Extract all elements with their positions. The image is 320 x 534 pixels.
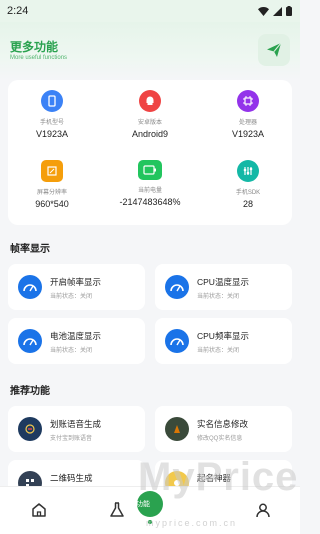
info-label: 手机SDK bbox=[235, 190, 261, 196]
info-label: 手机型号 bbox=[39, 120, 64, 126]
info-value: -2147483648% bbox=[119, 197, 181, 207]
page-subtitle: More useful functions bbox=[10, 55, 68, 61]
section-title-recommend: 推荐功能 bbox=[10, 386, 50, 397]
tile-cpu-temp[interactable]: CPU温度显示 当前状态：关闭 bbox=[155, 264, 292, 310]
info-label: 屏幕分辨率 bbox=[36, 190, 67, 196]
status-time: 2:24 bbox=[7, 5, 29, 17]
status-bar: 2:24 bbox=[0, 0, 300, 22]
battery-status-icon bbox=[286, 6, 292, 16]
tab-profile[interactable] bbox=[250, 497, 276, 523]
android-icon bbox=[139, 90, 161, 112]
tile-subtitle: 当前状态：关闭 bbox=[197, 348, 240, 354]
dashboard-icon bbox=[18, 329, 42, 353]
tile-voice-gen[interactable]: 划账语音生成 支付宝到账语音 bbox=[8, 406, 145, 452]
screen-icon bbox=[41, 160, 63, 182]
info-phone-model: 手机型号 V1923A bbox=[12, 90, 92, 139]
tile-title: 二维码生成 bbox=[50, 473, 93, 483]
dashboard-icon bbox=[165, 329, 189, 353]
header: 更多功能 More useful functions bbox=[0, 22, 300, 80]
phone-icon bbox=[41, 90, 63, 112]
tab-functions-label: 功能 bbox=[136, 501, 150, 508]
info-processor: 处理器 V1923A bbox=[208, 90, 288, 139]
info-value: V1923A bbox=[35, 129, 69, 139]
send-icon bbox=[267, 42, 282, 57]
chip-icon bbox=[237, 90, 259, 112]
dashboard-icon bbox=[165, 275, 189, 299]
tile-cpu-freq[interactable]: CPU频率显示 当前状态：关闭 bbox=[155, 318, 292, 364]
page-title: 更多功能 bbox=[10, 40, 59, 54]
info-value: V1923A bbox=[231, 129, 265, 139]
info-value: Android9 bbox=[131, 129, 169, 139]
info-label: 当前电量 bbox=[137, 188, 162, 194]
watermark: MyPrice bbox=[138, 455, 299, 499]
flask-icon bbox=[110, 502, 124, 517]
info-android-version: 安卓版本 Android9 bbox=[110, 90, 190, 139]
tile-subtitle: 支付宝到账语音 bbox=[50, 436, 93, 442]
info-label: 处理器 bbox=[238, 120, 257, 126]
id-icon bbox=[165, 417, 189, 441]
info-value: 960*540 bbox=[35, 199, 69, 209]
tile-fps-display[interactable]: 开启帧率显示 当前状态：关闭 bbox=[8, 264, 145, 310]
tile-title: CPU频率显示 bbox=[197, 331, 249, 341]
tile-battery-temp[interactable]: 电池温度显示 当前状态：关闭 bbox=[8, 318, 145, 364]
watermark-url: myprice.com.cn bbox=[146, 518, 238, 528]
battery-icon bbox=[138, 160, 162, 180]
home-icon bbox=[32, 503, 46, 517]
section-title-frame: 帧率显示 bbox=[10, 244, 50, 255]
tile-title: CPU温度显示 bbox=[197, 277, 249, 287]
tile-subtitle: 当前状态：关闭 bbox=[197, 294, 240, 300]
tab-home[interactable] bbox=[26, 497, 52, 523]
info-sdk: 手机SDK 28 bbox=[208, 160, 288, 209]
sdk-icon bbox=[237, 160, 259, 182]
tile-subtitle: 修改QQ实名信息 bbox=[197, 436, 243, 442]
tile-title: 开启帧率显示 bbox=[50, 277, 102, 287]
signal-icon bbox=[273, 6, 282, 16]
dashboard-icon bbox=[18, 275, 42, 299]
tile-title: 实名信息修改 bbox=[197, 419, 249, 429]
tile-realname-edit[interactable]: 实名信息修改 修改QQ实名信息 bbox=[155, 406, 292, 452]
info-label: 安卓版本 bbox=[137, 120, 162, 126]
user-icon bbox=[256, 503, 270, 518]
info-battery: 当前电量 -2147483648% bbox=[110, 160, 190, 207]
tile-title: 电池温度显示 bbox=[50, 331, 102, 341]
info-resolution: 屏幕分辨率 960*540 bbox=[12, 160, 92, 209]
tile-subtitle: 当前状态：关闭 bbox=[50, 348, 93, 354]
tile-title: 划账语音生成 bbox=[50, 419, 102, 429]
share-button[interactable] bbox=[258, 34, 290, 66]
tab-lab[interactable] bbox=[104, 497, 130, 523]
wifi-icon bbox=[258, 6, 269, 16]
voice-icon bbox=[18, 417, 42, 441]
tile-subtitle: 当前状态：关闭 bbox=[50, 294, 93, 300]
status-icons bbox=[258, 6, 292, 16]
device-info-card: 手机型号 V1923A 安卓版本 Android9 处理器 V1923A 屏幕分… bbox=[8, 80, 292, 225]
info-value: 28 bbox=[242, 199, 253, 209]
